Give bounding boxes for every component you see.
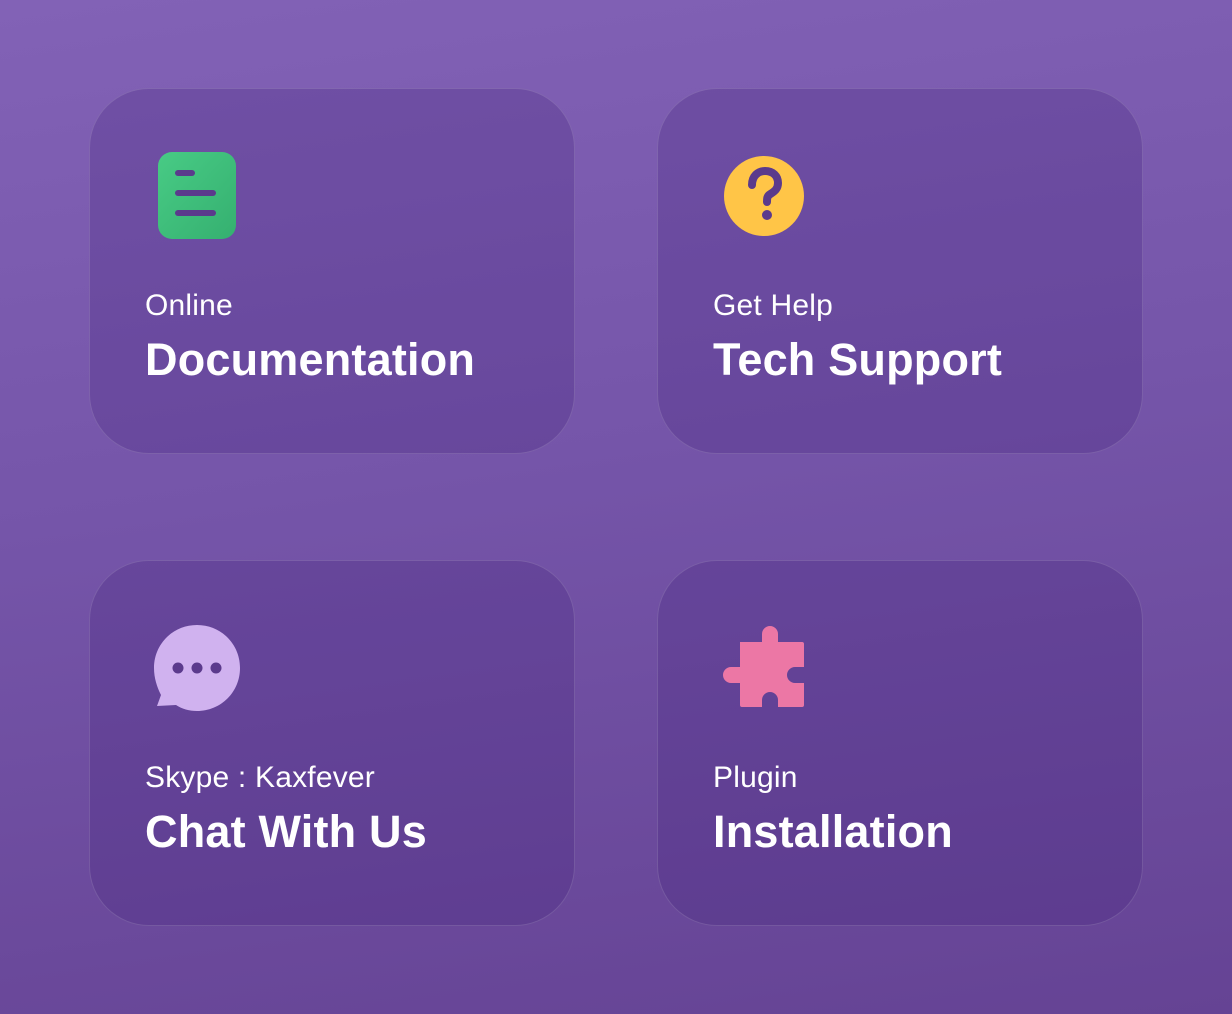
chat-bubble-icon <box>153 621 243 711</box>
card-title: Installation <box>713 806 953 857</box>
installation-card[interactable]: Plugin Installation <box>657 560 1143 926</box>
tech-support-card[interactable]: Get Help Tech Support <box>657 88 1143 454</box>
documentation-card[interactable]: Online Documentation <box>89 88 575 454</box>
card-subtitle: Online <box>145 289 233 322</box>
card-subtitle: Skype : Kaxfever <box>145 761 375 794</box>
document-icon <box>153 149 243 239</box>
question-mark-icon <box>721 149 811 239</box>
card-title: Chat With Us <box>145 806 427 857</box>
card-subtitle: Plugin <box>713 761 798 794</box>
card-title: Documentation <box>145 334 476 385</box>
chat-card[interactable]: Skype : Kaxfever Chat With Us <box>89 560 575 926</box>
puzzle-piece-icon <box>721 621 811 711</box>
card-subtitle: Get Help <box>713 289 833 322</box>
card-title: Tech Support <box>713 334 1003 385</box>
